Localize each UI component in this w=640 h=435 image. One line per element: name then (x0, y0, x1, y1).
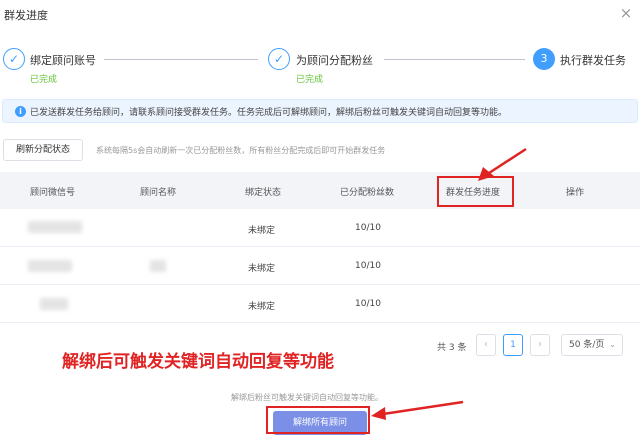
alert-text: 已发送群发任务给顾问，请联系顾问接受群发任务。任务完成后可解绑顾问，解绑后粉丝可… (30, 108, 508, 118)
prev-page-button[interactable]: ‹ (476, 334, 496, 356)
assigned-count: 10/10 (355, 261, 381, 271)
next-page-button[interactable]: › (530, 334, 550, 356)
annotation-arrow-icon (478, 147, 527, 181)
page-size-value: 50 条/页 (569, 340, 605, 350)
step-2-label: 为顾问分配粉丝 (296, 54, 373, 67)
binding-status: 未绑定 (248, 264, 276, 274)
step-1-check-icon: ✓ (3, 48, 25, 70)
close-icon[interactable]: × (616, 3, 636, 23)
table-row: 未绑定 10/10 (0, 285, 640, 323)
info-icon: i (15, 106, 26, 117)
dialog-header: 群发进度 × (0, 0, 640, 30)
step-connector (384, 59, 525, 60)
column-header: 顾问名称 (140, 188, 177, 198)
step-3-number-icon: 3 (533, 48, 555, 70)
step-2-status: 已完成 (296, 75, 324, 85)
table-row: 未绑定 10/10 (0, 247, 640, 285)
refresh-status-button[interactable]: 刷新分配状态 (3, 139, 83, 161)
step-3-label: 执行群发任务 (560, 54, 626, 67)
annotation-text: 解绑后可触发关键词自动回复等功能 (62, 352, 334, 372)
binding-status: 未绑定 (248, 302, 276, 312)
redacted-wechat-id (28, 260, 72, 272)
dialog-title: 群发进度 (4, 9, 48, 22)
column-header: 绑定状态 (245, 188, 282, 198)
chevron-down-icon: ⌄ (609, 340, 616, 349)
page-size-select[interactable]: 50 条/页 ⌄ (561, 334, 623, 356)
assigned-count: 10/10 (355, 299, 381, 309)
step-1-label: 绑定顾问账号 (30, 54, 96, 67)
refresh-hint: 系统每隔5s会自动刷新一次已分配粉丝数，所有粉丝分配完成后即可开始群发任务 (96, 146, 386, 155)
pagination-total: 共 3 条 (437, 343, 467, 353)
table-row: 未绑定 10/10 (0, 209, 640, 247)
redacted-advisor-name (150, 260, 166, 272)
binding-status: 未绑定 (248, 226, 276, 236)
highlight-box (266, 406, 370, 434)
progress-steps: ✓ 绑定顾问账号 已完成 ✓ 为顾问分配粉丝 已完成 3 执行群发任务 (0, 44, 640, 89)
step-1-status: 已完成 (30, 75, 58, 85)
redacted-wechat-id (28, 221, 82, 233)
column-header: 操作 (566, 188, 585, 198)
page-number-button[interactable]: 1 (503, 334, 523, 356)
step-2-check-icon: ✓ (268, 48, 290, 70)
step-connector (104, 59, 258, 60)
annotation-arrow-icon (371, 400, 464, 420)
redacted-wechat-id (40, 298, 68, 310)
column-header: 已分配粉丝数 (340, 188, 395, 198)
info-alert: i 已发送群发任务给顾问，请联系顾问接受群发任务。任务完成后可解绑顾问，解绑后粉… (2, 99, 638, 123)
table-header: 顾问微信号 顾问名称 绑定状态 已分配粉丝数 群发任务进度 操作 (0, 172, 640, 209)
assigned-count: 10/10 (355, 223, 381, 233)
column-header: 顾问微信号 (30, 188, 76, 198)
footer-hint: 解绑后粉丝可触发关键词自动回复等功能。 (231, 393, 383, 402)
